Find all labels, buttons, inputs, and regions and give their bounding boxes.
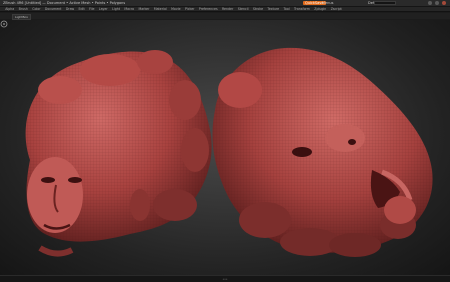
menu-item-alpha[interactable]: Alpha bbox=[3, 7, 16, 11]
menu-item-document[interactable]: Document bbox=[43, 7, 64, 11]
menu-item-stencil[interactable]: Stencil bbox=[236, 7, 251, 11]
menu-item-render[interactable]: Render bbox=[220, 7, 236, 11]
sculpt-scene bbox=[25, 47, 433, 257]
menu-item-movie[interactable]: Movie bbox=[169, 7, 183, 11]
menu-item-picker[interactable]: Picker bbox=[183, 7, 197, 11]
menu-item-macro[interactable]: Macro bbox=[122, 7, 136, 11]
close-icon[interactable] bbox=[442, 1, 446, 5]
window-title: ZBrush 4R6 [Untitled] — Document • Activ… bbox=[3, 1, 126, 5]
menu-item-zplugin[interactable]: Zplugin bbox=[312, 7, 328, 11]
rotate-view-icon[interactable] bbox=[0, 20, 8, 28]
menu-item-edit[interactable]: Edit bbox=[76, 7, 87, 11]
menu-item-file[interactable]: File bbox=[87, 7, 97, 11]
status-text: ••• bbox=[222, 277, 228, 281]
menu-item-stroke[interactable]: Stroke bbox=[251, 7, 266, 11]
script-field[interactable] bbox=[374, 1, 396, 5]
right-head-sculpt bbox=[212, 47, 433, 257]
menu-item-light[interactable]: Light bbox=[110, 7, 122, 11]
menu-item-tool[interactable]: Tool bbox=[281, 7, 292, 11]
menu-item-marker[interactable]: Marker bbox=[136, 7, 151, 11]
menu-item-preferences[interactable]: Preferences bbox=[197, 7, 220, 11]
menu-item-brush[interactable]: Brush bbox=[16, 7, 30, 11]
menu-item-zscript[interactable]: Zscript bbox=[329, 7, 344, 11]
menu-item-draw[interactable]: Draw bbox=[64, 7, 77, 11]
minimize-icon[interactable] bbox=[428, 1, 432, 5]
title-bar: ZBrush 4R6 [Untitled] — Document • Activ… bbox=[0, 0, 450, 7]
canvas-viewport[interactable] bbox=[0, 20, 450, 275]
menu-item-material[interactable]: Material bbox=[152, 7, 169, 11]
top-shelf: LightBox bbox=[0, 13, 450, 20]
left-head-sculpt bbox=[25, 50, 212, 257]
menu-item-transform[interactable]: Transform bbox=[292, 7, 312, 11]
menu-item-layer[interactable]: Layer bbox=[97, 7, 110, 11]
menu-item-color[interactable]: Color bbox=[30, 7, 43, 11]
menus-button[interactable]: Menus bbox=[322, 0, 333, 6]
maximize-icon[interactable] bbox=[435, 1, 439, 5]
menu-item-texture[interactable]: Texture bbox=[265, 7, 281, 11]
main-menu-bar: Alpha Brush Color Document Draw Edit Fil… bbox=[0, 7, 450, 12]
